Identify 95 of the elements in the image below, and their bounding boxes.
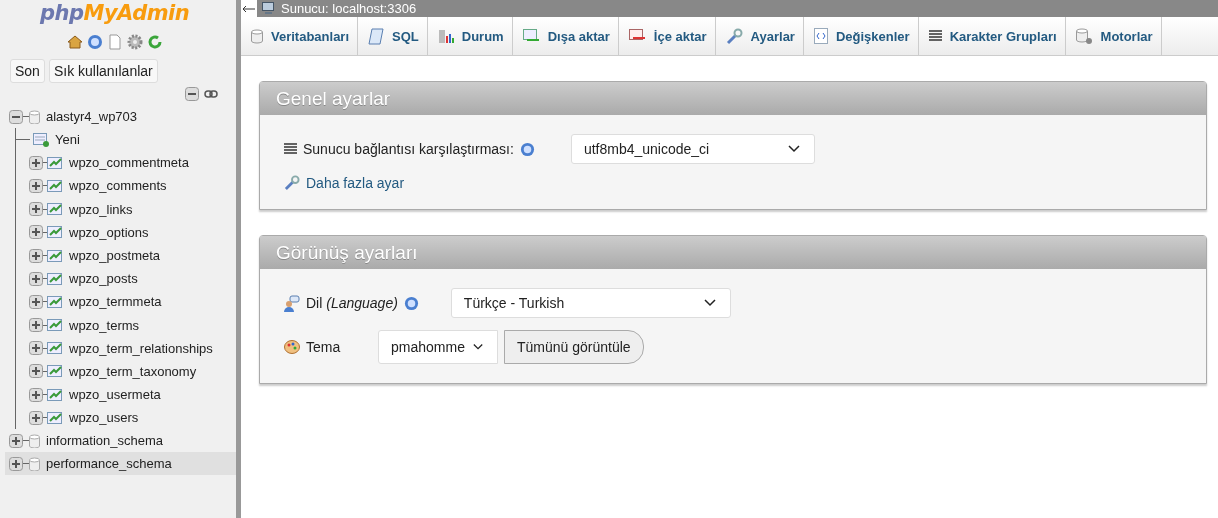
collapse-all-icon[interactable] [185, 87, 199, 101]
caret-icon [787, 145, 800, 153]
table-name[interactable]: wpzo_terms [69, 317, 140, 333]
table-icon[interactable] [47, 294, 63, 309]
database-icon [29, 456, 40, 471]
database-name[interactable]: information_schema [46, 433, 164, 449]
wrench-icon [284, 175, 300, 191]
table-name[interactable]: wpzo_term_taxonomy [69, 363, 197, 379]
import-icon [628, 29, 646, 43]
tab[interactable]: SQL [358, 17, 428, 55]
expander-icon[interactable] [29, 410, 43, 425]
table-icon[interactable] [47, 410, 63, 425]
expander-icon[interactable] [29, 271, 43, 286]
setting-label: Tema [306, 339, 342, 355]
table-name[interactable]: wpzo_links [69, 201, 133, 217]
expander-icon[interactable] [9, 433, 23, 448]
panel-title: Genel ayarlar [260, 82, 1206, 115]
code-icon [813, 28, 828, 44]
help-icon[interactable] [403, 295, 419, 311]
settings-icon[interactable] [127, 34, 143, 50]
setting-label: Sunucu bağlantısı karşılaştırması: [303, 141, 514, 157]
wrench-icon [725, 27, 743, 45]
table-icon[interactable] [47, 364, 63, 379]
expander-icon[interactable] [9, 109, 23, 124]
tab[interactable]: Veritabanları [241, 17, 359, 55]
table-icon[interactable] [47, 271, 63, 286]
table-name[interactable]: wpzo_users [69, 410, 139, 426]
expander-icon[interactable] [29, 318, 43, 333]
table-name[interactable]: wpzo_commentmeta [69, 155, 189, 171]
bar-chart-icon [437, 28, 454, 44]
tab[interactable]: İçe aktar [618, 17, 716, 55]
table-icon[interactable] [47, 341, 63, 356]
expander-icon[interactable] [29, 202, 43, 217]
select-field[interactable]: pmahomme [378, 330, 498, 364]
database-gear-icon [1075, 27, 1093, 45]
caret-icon [472, 343, 483, 351]
expander-icon[interactable] [29, 178, 43, 193]
table-name[interactable]: wpzo_comments [69, 178, 167, 194]
table-icon[interactable] [47, 178, 63, 193]
select-field[interactable]: utf8mb4_unicode_ci [570, 134, 815, 164]
help-icon[interactable] [519, 141, 535, 157]
database-icon [29, 109, 40, 124]
select-field[interactable]: Türkçe - Turkish [450, 288, 731, 318]
help-icon[interactable] [87, 34, 103, 50]
table-icon[interactable] [47, 155, 63, 170]
tab[interactable]: Karakter Grupları [918, 17, 1066, 55]
expander-icon[interactable] [29, 155, 43, 170]
tab[interactable]: Dışa aktar [512, 17, 619, 55]
expander-icon[interactable] [29, 387, 43, 402]
export-icon [522, 29, 540, 43]
table-icon[interactable] [47, 225, 63, 240]
table-icon[interactable] [47, 387, 63, 402]
document-icon[interactable] [107, 34, 123, 50]
tab[interactable]: Durum [427, 17, 513, 55]
expander-icon[interactable] [29, 248, 43, 263]
phpmyadmin-logo[interactable]: phpMyAdmin [40, 0, 202, 26]
view-all-button[interactable]: Tümünü görüntüle [504, 330, 644, 364]
table-icon[interactable] [47, 318, 63, 333]
new-table-link[interactable]: Yeni [55, 132, 80, 148]
palette-icon [284, 340, 300, 354]
panel-title: Görünüş ayarları [260, 236, 1206, 269]
table-icon[interactable] [47, 202, 63, 217]
person-speech-icon [284, 294, 300, 312]
server-breadcrumb[interactable]: Sunucu: localhost:3306 [281, 1, 417, 16]
table-icon[interactable] [47, 248, 63, 263]
table-name[interactable]: wpzo_options [69, 224, 149, 240]
navigation-button[interactable]: Son [10, 59, 45, 83]
database-icon [29, 433, 40, 448]
expander-icon[interactable] [9, 456, 23, 471]
server-icon [262, 2, 276, 15]
table-name[interactable]: wpzo_term_relationships [69, 340, 213, 356]
tab[interactable]: Değişkenler [803, 17, 919, 55]
more-settings-link[interactable]: Daha fazla ayar [306, 175, 405, 191]
caret-icon [703, 299, 716, 307]
tab[interactable]: Motorlar [1065, 17, 1162, 55]
expander-icon[interactable] [29, 225, 43, 240]
table-name[interactable]: wpzo_posts [69, 271, 138, 287]
lines-icon [284, 143, 297, 155]
expander-icon[interactable] [29, 364, 43, 379]
table-name[interactable]: wpzo_postmeta [69, 248, 161, 264]
expander-icon[interactable] [29, 341, 43, 356]
setting-label: Dil (Language) [306, 295, 398, 311]
database-icon [251, 28, 263, 44]
new-table-icon[interactable] [33, 131, 49, 148]
lines-icon [928, 30, 942, 42]
expander-icon[interactable] [29, 294, 43, 309]
navigation-button[interactable]: Sık kullanılanlar [48, 59, 158, 83]
link-icon[interactable] [204, 90, 218, 98]
tab[interactable]: Ayarlar [715, 17, 804, 55]
reload-icon[interactable] [147, 34, 163, 50]
table-name[interactable]: wpzo_usermeta [69, 387, 161, 403]
table-name[interactable]: wpzo_termmeta [69, 294, 162, 310]
home-icon[interactable] [67, 34, 83, 50]
database-name[interactable]: alastyr4_wp703 [46, 109, 138, 124]
scroll-icon [368, 27, 385, 45]
